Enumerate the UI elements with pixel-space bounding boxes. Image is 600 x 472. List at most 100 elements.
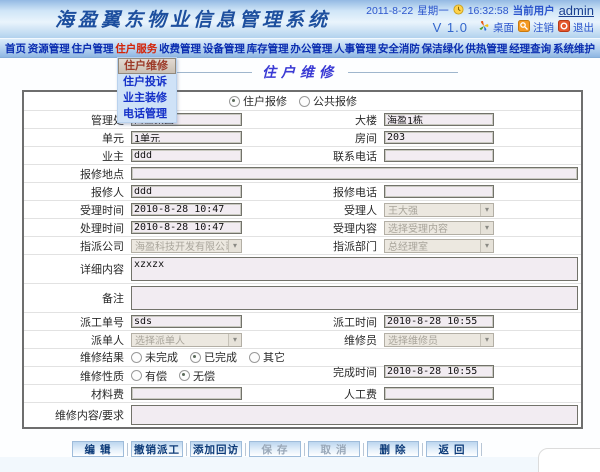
cancel-button[interactable]: 取 消 bbox=[308, 441, 360, 457]
management-office-label: 管理处 bbox=[91, 114, 124, 127]
acceptor-select[interactable]: 王大强 ▾ bbox=[384, 202, 494, 217]
dispatcher-select-value: 选择派单人 bbox=[135, 336, 185, 347]
form-row: 维修结果 未完成 已完成 其它 完成时间 bbox=[24, 348, 581, 379]
action-button-bar: 编 辑 撤销派工 添加回访 保 存 取 消 删 除 返 回 bbox=[72, 441, 600, 457]
form-row: 业主 联系电话 bbox=[24, 146, 581, 164]
logout-link[interactable]: 注销 bbox=[518, 20, 554, 35]
menu-item-hr[interactable]: 人事管理 bbox=[334, 41, 376, 56]
header-info: 2011-8-22 星期一 16:32:58 当前用户 admin V 1.0 … bbox=[366, 2, 594, 36]
menu-item-safety[interactable]: 安全消防 bbox=[378, 41, 420, 56]
dispatch-time-input[interactable] bbox=[384, 315, 494, 328]
room-input[interactable] bbox=[384, 131, 494, 144]
material-fee-input[interactable] bbox=[131, 387, 242, 400]
menu-item-manager-query[interactable]: 经理查询 bbox=[509, 41, 551, 56]
repair-request-textarea[interactable] bbox=[131, 405, 578, 425]
repair-request-label: 维修内容/要求 bbox=[54, 410, 124, 422]
finish-time-input[interactable] bbox=[384, 365, 494, 378]
radio-paid-label: 有偿 bbox=[145, 370, 167, 383]
menu-item-residents[interactable]: 住户管理 bbox=[72, 41, 114, 56]
header-date: 2011-8-22 bbox=[366, 4, 414, 17]
current-user-label: 当前用户 bbox=[512, 5, 555, 17]
chevron-down-icon: ▾ bbox=[480, 333, 493, 346]
menu-item-resident-service[interactable]: 住户服务 bbox=[115, 41, 157, 56]
process-time-input[interactable] bbox=[131, 221, 242, 234]
acceptor-label: 受理人 bbox=[344, 204, 377, 217]
detail-content-textarea[interactable]: xzxzx bbox=[131, 257, 578, 281]
form-row: 详细内容 xzxzx bbox=[24, 254, 581, 283]
button-divider bbox=[127, 442, 128, 456]
assigned-company-select[interactable]: 海盈科技开发有限公司 ▾ bbox=[131, 238, 242, 253]
menu-item-fees[interactable]: 收费管理 bbox=[159, 41, 201, 56]
labor-fee-label: 人工费 bbox=[344, 388, 377, 401]
dispatcher-select[interactable]: 选择派单人 ▾ bbox=[131, 332, 242, 347]
unit-input[interactable] bbox=[131, 131, 242, 144]
assigned-department-select[interactable]: 总经理室 ▾ bbox=[384, 238, 494, 253]
remarks-label: 备注 bbox=[102, 293, 124, 305]
cancel-dispatch-button[interactable]: 撤销派工 bbox=[131, 441, 183, 457]
back-button[interactable]: 返 回 bbox=[426, 441, 478, 457]
desktop-label: 桌面 bbox=[493, 22, 514, 34]
radio-resident-repair-label: 住户报修 bbox=[243, 96, 287, 108]
submenu-item-resident-complaint[interactable]: 住户投诉 bbox=[118, 74, 176, 90]
material-fee-label: 材料费 bbox=[91, 388, 124, 401]
radio-free[interactable] bbox=[179, 370, 190, 381]
accept-time-input[interactable] bbox=[131, 203, 242, 216]
save-button[interactable]: 保 存 bbox=[249, 441, 301, 457]
button-divider bbox=[245, 442, 246, 456]
menu-item-cleaning[interactable]: 保洁绿化 bbox=[422, 41, 464, 56]
header-status-line: 2011-8-22 星期一 16:32:58 当前用户 admin bbox=[366, 2, 594, 19]
menu-item-office[interactable]: 办公管理 bbox=[290, 41, 332, 56]
header-toolbar-line: V 1.0 桌面 注销 退出 bbox=[366, 19, 594, 36]
radio-public-repair[interactable] bbox=[299, 95, 310, 107]
work-order-no-input[interactable] bbox=[131, 315, 242, 328]
chevron-down-icon: ▾ bbox=[228, 239, 241, 252]
exit-label: 退出 bbox=[573, 22, 594, 34]
exit-link[interactable]: 退出 bbox=[558, 20, 594, 35]
radio-not-finished[interactable] bbox=[131, 351, 142, 363]
radio-paid[interactable] bbox=[131, 370, 142, 381]
edit-button[interactable]: 编 辑 bbox=[72, 441, 124, 457]
form-row: 指派公司 海盈科技开发有限公司 ▾ 指派部门 总经理室 ▾ bbox=[24, 236, 581, 254]
submenu-item-owner-decoration[interactable]: 业主装修 bbox=[118, 90, 176, 106]
menu-item-heating[interactable]: 供热管理 bbox=[465, 41, 507, 56]
contact-phone-label: 联系电话 bbox=[333, 150, 377, 163]
radio-finished[interactable] bbox=[190, 351, 201, 363]
chevron-down-icon: ▾ bbox=[228, 333, 241, 346]
labor-fee-input[interactable] bbox=[384, 387, 494, 400]
chevron-down-icon: ▾ bbox=[480, 221, 493, 234]
radio-resident-repair[interactable] bbox=[229, 95, 240, 107]
accept-content-select[interactable]: 选择受理内容 ▾ bbox=[384, 220, 494, 235]
menu-item-inventory[interactable]: 库存管理 bbox=[247, 41, 289, 56]
menu-item-system[interactable]: 系统维护 bbox=[553, 41, 595, 56]
repair-location-input[interactable] bbox=[131, 167, 578, 180]
submenu-item-phone-management[interactable]: 电话管理 bbox=[118, 106, 176, 122]
desktop-link[interactable]: 桌面 bbox=[478, 20, 514, 35]
radio-finished-label: 已完成 bbox=[204, 352, 237, 364]
radio-other[interactable] bbox=[249, 351, 260, 363]
reporter-phone-input[interactable] bbox=[384, 185, 494, 198]
submenu-item-resident-repair[interactable]: 住户维修 bbox=[118, 58, 176, 74]
repair-form: 住户报修 公共报修 管理处 大楼 单元 房间 业主 联系电话 bbox=[22, 90, 583, 429]
delete-button[interactable]: 删 除 bbox=[367, 441, 419, 457]
form-row: 材料费 人工费 bbox=[24, 384, 581, 402]
username-link[interactable]: admin bbox=[559, 3, 594, 18]
menu-item-home[interactable]: 首页 bbox=[5, 41, 26, 56]
owner-input[interactable] bbox=[131, 149, 242, 162]
building-input[interactable] bbox=[384, 113, 494, 126]
form-row: 维修性质 有偿 无偿 bbox=[24, 366, 581, 384]
accept-content-label: 受理内容 bbox=[333, 222, 377, 235]
form-row: 处理时间 受理内容 选择受理内容 ▾ bbox=[24, 218, 581, 236]
form-row: 报修人 报修电话 bbox=[24, 182, 581, 200]
reporter-input[interactable] bbox=[131, 185, 242, 198]
repairman-select[interactable]: 选择维修员 ▾ bbox=[384, 332, 494, 347]
menu-item-resources[interactable]: 资源管理 bbox=[28, 41, 70, 56]
form-row: 受理时间 受理人 王大强 ▾ bbox=[24, 200, 581, 218]
main-menubar: 首页 资源管理 住户管理 住户服务 收费管理 设备管理 库存管理 办公管理 人事… bbox=[0, 39, 600, 58]
contact-phone-input[interactable] bbox=[384, 149, 494, 162]
page-title: 住户维修 bbox=[262, 65, 338, 81]
add-followup-button[interactable]: 添加回访 bbox=[190, 441, 242, 457]
work-order-no-label: 派工单号 bbox=[80, 316, 124, 329]
menu-item-equipment[interactable]: 设备管理 bbox=[203, 41, 245, 56]
report-type-row: 住户报修 公共报修 bbox=[24, 92, 581, 110]
remarks-textarea[interactable] bbox=[131, 286, 578, 310]
